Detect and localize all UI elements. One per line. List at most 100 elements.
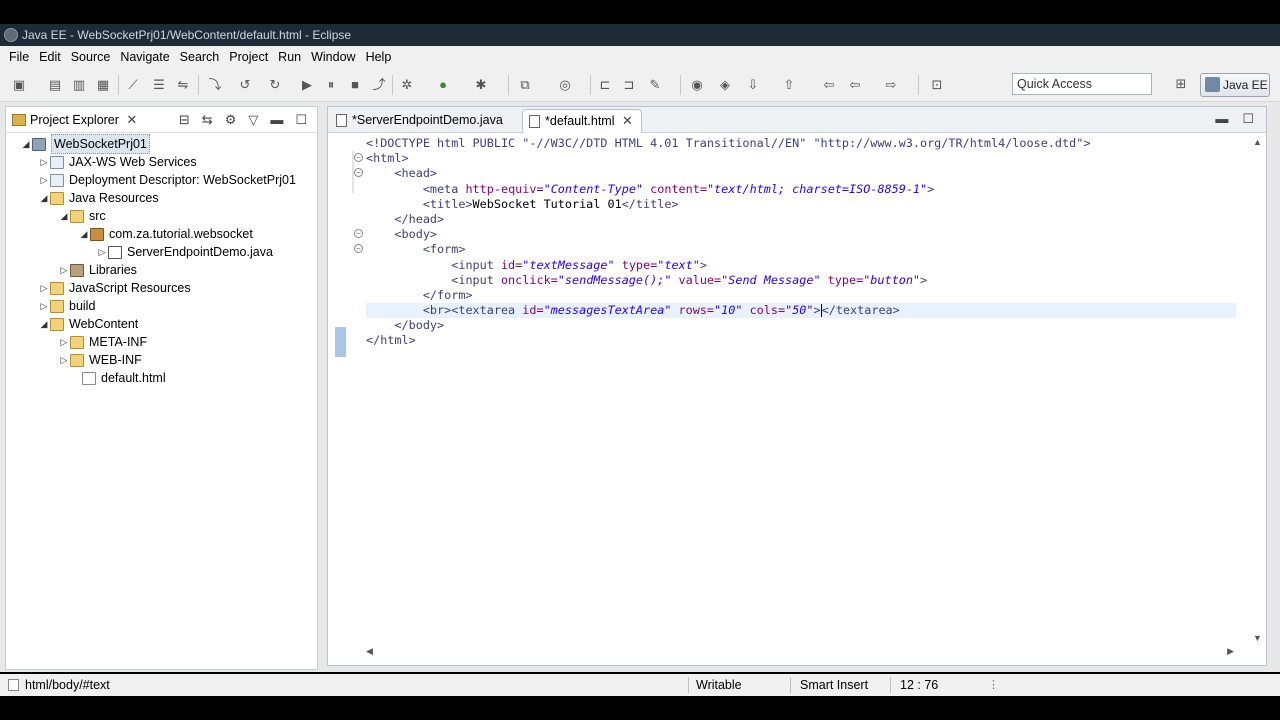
menu-edit[interactable]: Edit [34,46,66,68]
code-line: <title>WebSocket Tutorial 01</title> [422,196,679,211]
back-icon[interactable]: ⇦ [820,76,838,94]
tree-item-deployment-descriptor[interactable]: ▷ Deployment Descriptor: WebSocketPrj01 [38,171,296,189]
scroll-down-icon[interactable]: ▼ [1253,633,1262,643]
run-icon[interactable]: ● [434,76,452,94]
pin-icon[interactable]: ⊡ [928,76,946,94]
java-ee-perspective-button[interactable]: Java EE [1200,73,1270,97]
html-file-icon [82,371,96,385]
tree-item-javascript-resources[interactable]: ▷ JavaScript Resources [38,279,191,297]
scroll-up-icon[interactable]: ▲ [1253,137,1262,147]
refactor-icon[interactable]: ⇋ [174,76,192,94]
back-arrow-icon[interactable]: ⇦ [846,76,864,94]
new-icon[interactable]: ▣ [10,76,28,94]
collapsed-arrow-icon[interactable]: ▷ [58,351,70,369]
play-icon[interactable]: ▶ [298,76,316,94]
tree-item-src[interactable]: ◢ src [58,207,106,225]
resume-icon[interactable]: ↺ [236,76,254,94]
disconnect-icon[interactable]: ⤴ [370,76,388,94]
pen-icon[interactable]: ✎ [646,76,664,94]
expanded-arrow-icon[interactable]: ◢ [20,135,32,153]
minimize-icon[interactable]: ▬ [1215,111,1228,127]
collapsed-arrow-icon[interactable]: ▷ [38,171,50,189]
next-annotation-icon[interactable]: ⇩ [744,76,762,94]
collapsed-arrow-icon[interactable]: ▷ [58,261,70,279]
collapsed-arrow-icon[interactable]: ▷ [38,297,50,315]
quick-access-input[interactable]: Quick Access [1012,73,1152,95]
menu-file[interactable]: File [4,46,34,68]
menu-run[interactable]: Run [273,46,306,68]
collapsed-arrow-icon[interactable]: ▷ [96,243,108,261]
debug-step-icon[interactable]: ⤵ [206,76,224,94]
server-icon[interactable]: ✲ [398,76,416,94]
link-with-editor-icon[interactable]: ⇆ [202,111,213,129]
new-class-icon[interactable]: ◎ [556,76,574,94]
horizontal-scrollbar[interactable]: ◀ ▶ [364,645,1236,659]
tree-item-web-inf[interactable]: ▷ WEB-INF [58,351,142,369]
skip-breakpoints-icon[interactable]: ⟋ [124,76,142,94]
menu-navigate[interactable]: Navigate [115,46,174,68]
new-server-icon[interactable]: ⧉ [516,76,534,94]
close-tab-icon[interactable]: ✕ [622,113,633,128]
tree-item-libraries[interactable]: ▷ Libraries [58,261,137,279]
step-icon[interactable]: ↻ [266,76,284,94]
tree-item-webcontent[interactable]: ◢ WebContent [38,315,139,333]
expanded-arrow-icon[interactable]: ◢ [38,315,50,333]
minimize-icon[interactable]: ▬ [270,111,283,129]
menu-source[interactable]: Source [66,46,116,68]
scroll-right-icon[interactable]: ▶ [1227,646,1234,657]
tree-item-default-html[interactable]: default.html [70,369,166,387]
menu-window[interactable]: Window [306,46,360,68]
scroll-left-icon[interactable]: ◀ [366,646,373,657]
tree-item-serverendpointdemo[interactable]: ▷ ServerEndpointDemo.java [96,243,273,261]
tree-item-jax-ws[interactable]: ▷ JAX-WS Web Services [38,153,197,171]
vertical-scrollbar[interactable]: ▲ ▼ [1250,133,1266,645]
expanded-arrow-icon[interactable]: ◢ [38,189,50,207]
debug-icon[interactable]: ✱ [472,76,490,94]
open-folder-icon[interactable]: ⊏ [596,76,614,94]
save-all-icon[interactable]: ▥ [70,76,88,94]
tree-item-package[interactable]: ◢ com.za.tutorial.websocket [78,225,253,243]
document-icon [8,679,19,691]
save-icon[interactable]: ▤ [46,76,64,94]
stop-icon[interactable]: ■ [346,76,364,94]
open-type-icon[interactable]: ☰ [150,76,168,94]
code-editor[interactable]: <!DOCTYPE html PUBLIC "-//W3C//DTD HTML … [366,136,1236,349]
expanded-arrow-icon[interactable]: ◢ [78,225,90,243]
view-menu-icon[interactable]: ▽ [248,111,258,129]
fold-icon[interactable]: − [354,229,363,238]
project-explorer-tab[interactable]: Project Explorer ✕ [10,111,137,129]
filter-icon[interactable]: ⚙ [225,111,237,129]
maximize-icon[interactable]: ☐ [295,111,307,129]
prev-annotation-icon[interactable]: ⇧ [780,76,798,94]
close-icon[interactable]: ✕ [126,112,137,127]
tree-item-meta-inf[interactable]: ▷ META-INF [58,333,148,351]
tree-item-java-resources[interactable]: ◢ Java Resources [38,189,159,207]
menu-help[interactable]: Help [361,46,397,68]
open-perspective-icon[interactable]: ⊞ [1172,76,1190,94]
menu-bar: File Edit Source Navigate Search Project… [0,46,1280,68]
menu-project[interactable]: Project [224,46,273,68]
forward-icon[interactable]: ⇨ [882,76,900,94]
fold-icon[interactable]: − [354,168,363,177]
tree-item-websocketprj01[interactable]: ◢ WebSocketPrj01 [20,134,150,154]
fold-icon[interactable]: − [354,244,363,253]
annotation-icon[interactable]: ◈ [716,76,734,94]
expanded-arrow-icon[interactable]: ◢ [58,207,70,225]
collapse-all-icon[interactable]: ⊟ [179,111,190,129]
folder-icon [50,317,64,331]
open-project-icon[interactable]: ⊐ [620,76,638,94]
collapsed-arrow-icon[interactable]: ▷ [38,279,50,297]
tab-default-html[interactable]: *default.html ✕ [522,109,642,133]
javascript-resources-icon [50,281,64,295]
tab-serverendpointdemo-java[interactable]: *ServerEndpointDemo.java [330,109,520,133]
collapsed-arrow-icon[interactable]: ▷ [38,153,50,171]
print-icon[interactable]: ▦ [94,76,112,94]
menu-search[interactable]: Search [175,46,225,68]
globe-icon[interactable]: ◉ [688,76,706,94]
collapsed-arrow-icon[interactable]: ▷ [58,333,70,351]
tree-item-build[interactable]: ▷ build [38,297,96,315]
maximize-icon[interactable]: ☐ [1242,111,1254,127]
fold-icon[interactable]: − [354,153,363,162]
pause-icon[interactable]: ⏸ [322,76,340,94]
folder-icon [70,353,84,367]
